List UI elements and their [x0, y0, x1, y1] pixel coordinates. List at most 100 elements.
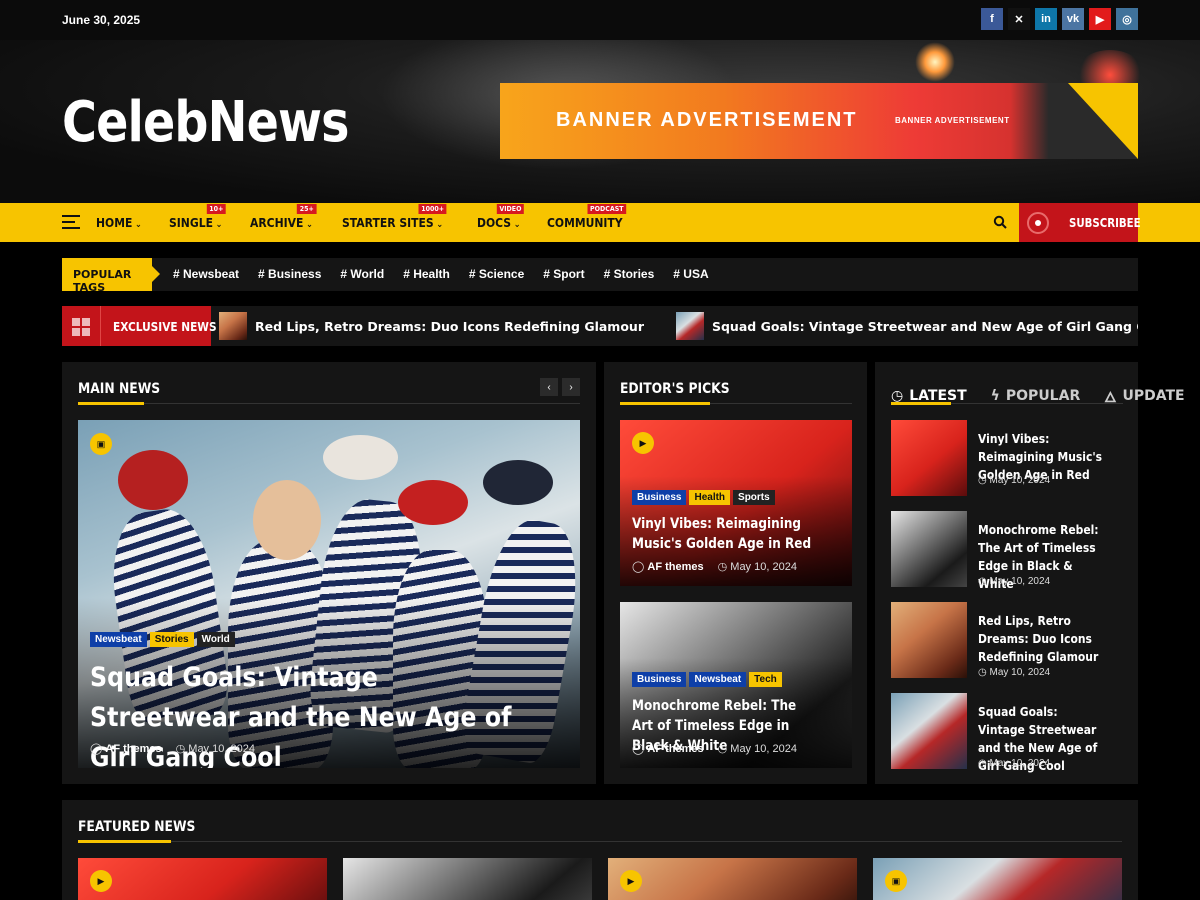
featured-card[interactable]: ▣ [873, 858, 1122, 900]
tab-popular[interactable]: ϟ POPULAR [991, 381, 1081, 410]
pick-categories: Business Health Sports [632, 490, 775, 505]
tag-link[interactable]: # Business [258, 267, 321, 281]
chevron-down-icon: ⌄ [436, 219, 444, 230]
banner-title: BANNER ADVERTISEMENT [556, 109, 858, 131]
post-date: ◷ May 10, 2024 [175, 743, 255, 755]
category-badge[interactable]: Health [689, 490, 731, 505]
tag-link[interactable]: # Sport [543, 267, 584, 281]
post-date: ◷ May 10, 2024 [717, 561, 797, 573]
ticker-thumbnail [219, 312, 247, 340]
site-logo[interactable]: CelebNews [62, 90, 350, 155]
latest-item[interactable]: Red Lips, Retro Dreams: Duo Icons Redefi… [891, 602, 1123, 680]
tag-list: # Newsbeat # Business # World # Health # Sci… [173, 267, 709, 281]
bolt-icon: ϟ [990, 387, 1000, 404]
record-icon [1027, 212, 1049, 234]
vk-icon[interactable]: vk [1062, 8, 1084, 30]
hamburger-menu-icon[interactable] [62, 215, 80, 229]
latest-item[interactable]: Squad Goals: Vintage Streetwear and the … [891, 693, 1123, 773]
tag-link[interactable]: # USA [673, 267, 708, 281]
slider-next-button[interactable]: › [562, 378, 580, 396]
tab-label: POPULAR [1005, 387, 1081, 404]
editors-pick-card[interactable]: ▶ Business Health Sports Vinyl Vibes: Reimag… [620, 420, 852, 586]
exclusive-news-ticker: EXCLUSIVE NEWS Red Lips, Retro Dreams: D… [62, 306, 1138, 346]
latest-item[interactable]: Monochrome Rebel: The Art of Timeless Ed… [891, 511, 1123, 591]
main-news-image[interactable]: ▣ Newsbeat Stories World Squad Goals: Vint… [78, 420, 580, 768]
category-badge[interactable]: Sports [733, 490, 775, 505]
category-badge[interactable]: World [196, 632, 235, 647]
youtube-icon[interactable]: ▶ [1089, 8, 1111, 30]
play-icon: ▶ [620, 870, 642, 892]
category-badge[interactable]: Tech [749, 672, 782, 687]
latest-thumbnail[interactable] [891, 511, 967, 587]
latest-date: ◷ May 10, 2024 [978, 475, 1051, 486]
linkedin-icon[interactable]: in [1035, 8, 1057, 30]
editors-picks-panel: EDITOR'S PICKS ▶ Business Health Sports Viny… [604, 362, 867, 784]
tag-link[interactable]: # World [340, 267, 384, 281]
category-badge[interactable]: Newsbeat [90, 632, 147, 647]
pick-meta: ◯ AF themes ◷ May 10, 2024 [632, 742, 797, 755]
chevron-down-icon: ⌄ [135, 219, 142, 230]
image-format-icon: ▣ [90, 433, 112, 455]
nav-item-community[interactable]: COMMUNITY PODCAST [546, 203, 627, 230]
banner-advertisement[interactable]: BANNER ADVERTISEMENT BANNER ADVERTISEMEN… [500, 83, 1138, 159]
ticker-item[interactable]: Red Lips, Retro Dreams: Duo Icons Redefi… [219, 312, 644, 340]
play-icon: ▶ [90, 870, 112, 892]
nav-badge: 25+ [297, 203, 317, 214]
nav-item-label: HOME [96, 215, 133, 230]
chevron-down-icon: ⌄ [513, 219, 521, 230]
tag-link[interactable]: # Stories [604, 267, 655, 281]
nav-item-home[interactable]: HOME ⌄ [96, 216, 142, 230]
nav-items: HOME ⌄ SINGLE ⌄ 10+ ARCHIVE ⌄ 25+ STARTER SITES ⌄… [96, 203, 631, 242]
nav-item-label: ARCHIVE [250, 215, 304, 230]
facebook-icon[interactable]: f [981, 8, 1003, 30]
author[interactable]: ◯ AF themes [632, 560, 704, 573]
slider-arrows: ‹ › [540, 378, 580, 396]
tab-update[interactable]: 🜂 UPDATE [1104, 381, 1184, 410]
sidebar-tabs: ◷ LATEST ϟ POPULAR 🜂 UPDATE [891, 381, 1185, 410]
latest-thumbnail[interactable] [891, 693, 967, 769]
nav-item-single[interactable]: SINGLE ⌄ 10+ [168, 203, 226, 230]
category-badge[interactable]: Business [632, 490, 687, 505]
category-badge[interactable]: Stories [149, 632, 194, 647]
top-bar: June 30, 2025 f ✕ in vk ▶ ◎ [0, 0, 1200, 40]
author[interactable]: ◯ AF themes [632, 742, 704, 755]
featured-card[interactable]: ▶ [78, 858, 327, 900]
featured-card[interactable] [343, 858, 592, 900]
tag-link[interactable]: # Science [469, 267, 524, 281]
featured-news-title: FEATURED NEWS [78, 819, 196, 835]
x-icon[interactable]: ✕ [1008, 8, 1030, 30]
exclusive-news-label: EXCLUSIVE NEWS [62, 306, 217, 346]
latest-title[interactable]: Red Lips, Retro Dreams: Duo Icons Redefi… [978, 612, 1107, 666]
nav-item-docs[interactable]: DOCS ⌄ VIDEO [477, 203, 524, 230]
latest-item[interactable]: Vinyl Vibes: Reimagining Music's Golden … [891, 420, 1123, 498]
tab-latest[interactable]: ◷ LATEST [891, 381, 967, 410]
category-badge[interactable]: Business [632, 672, 687, 687]
nav-item-archive[interactable]: ARCHIVE ⌄ 25+ [250, 203, 317, 230]
tag-link[interactable]: # Newsbeat [173, 267, 239, 281]
latest-thumbnail[interactable] [891, 420, 967, 496]
ticker-item[interactable]: Squad Goals: Vintage Streetwear and New … [675, 312, 1138, 340]
search-icon[interactable] [993, 215, 1007, 229]
editors-picks-title: EDITOR'S PICKS [620, 381, 730, 397]
author[interactable]: ◯ AF themes [90, 742, 162, 755]
pick-headline[interactable]: Vinyl Vibes: Reimagining Music's Golden … [632, 514, 814, 554]
ticker-title: Red Lips, Retro Dreams: Duo Icons Redefi… [255, 318, 644, 334]
editors-pick-card[interactable]: Business Newsbeat Tech Monochrome Rebel: Th… [620, 602, 852, 768]
latest-popular-panel: ◷ LATEST ϟ POPULAR 🜂 UPDATE Vinyl Vibes: Reim… [875, 362, 1185, 784]
featured-card[interactable]: ▶ [608, 858, 857, 900]
pick-meta: ◯ AF themes ◷ May 10, 2024 [632, 560, 797, 573]
instagram-icon[interactable]: ◎ [1116, 8, 1138, 30]
subscribe-button[interactable]: SUBSCRIBEE [1019, 203, 1141, 242]
tag-link[interactable]: # Health [403, 267, 450, 281]
latest-date: ◷ May 10, 2024 [978, 758, 1051, 769]
social-links: f ✕ in vk ▶ ◎ [981, 8, 1138, 30]
nav-item-label: COMMUNITY [546, 215, 623, 230]
latest-date: ◷ May 10, 2024 [978, 667, 1051, 678]
category-badge[interactable]: Newsbeat [689, 672, 747, 687]
nav-item-label: SINGLE [168, 215, 213, 230]
image-format-icon: ▣ [885, 870, 907, 892]
nav-badge: PODCAST [587, 203, 627, 214]
slider-prev-button[interactable]: ‹ [540, 378, 558, 396]
latest-thumbnail[interactable] [891, 602, 967, 678]
nav-item-starter-sites[interactable]: STARTER SITES ⌄ 1000+ [342, 203, 447, 230]
